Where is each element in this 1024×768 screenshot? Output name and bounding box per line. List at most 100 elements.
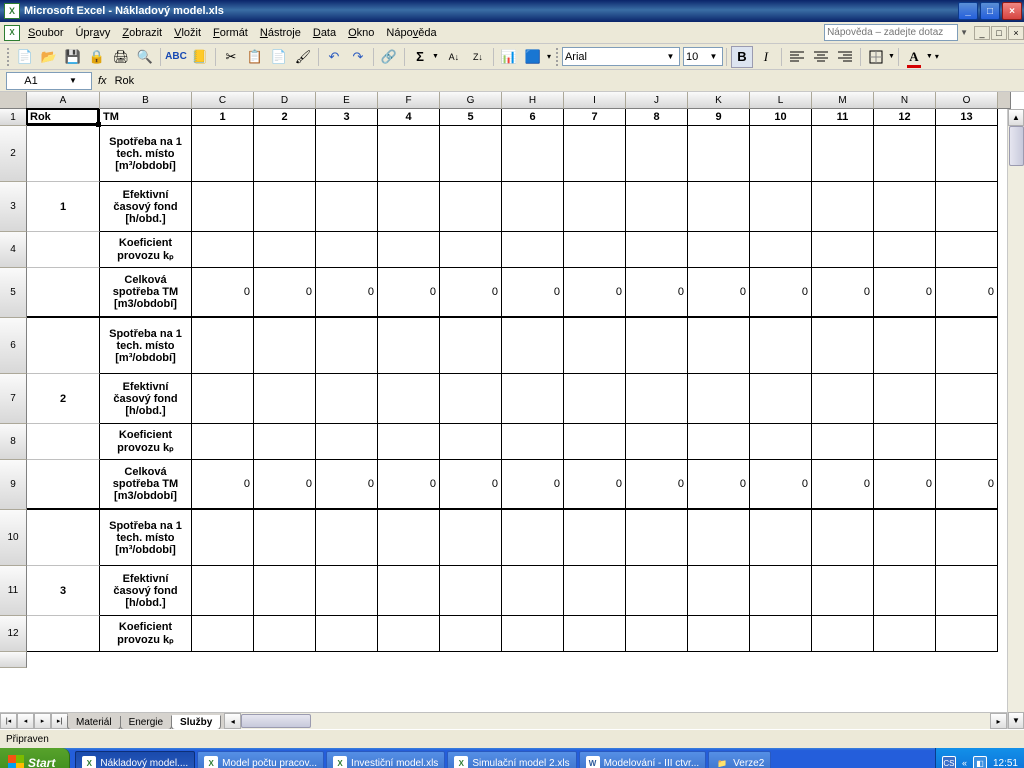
cell[interactable] (27, 460, 100, 510)
cell[interactable]: 0 (812, 268, 874, 318)
cell[interactable] (378, 318, 440, 374)
undo-icon[interactable]: ↶ (323, 46, 345, 68)
cell[interactable] (874, 126, 936, 182)
cell[interactable] (378, 126, 440, 182)
cell[interactable]: Efektivní časový fond [h/obd.] (100, 566, 192, 616)
fill-handle[interactable] (96, 122, 101, 127)
bold-icon[interactable]: B (731, 46, 753, 68)
cell[interactable] (874, 566, 936, 616)
cell[interactable]: 0 (254, 268, 316, 318)
cell[interactable] (502, 126, 564, 182)
cell[interactable] (564, 374, 626, 424)
cell[interactable] (27, 126, 100, 182)
cell[interactable] (440, 566, 502, 616)
cell[interactable] (254, 318, 316, 374)
cell[interactable]: 1 (192, 109, 254, 126)
cell[interactable] (874, 318, 936, 374)
cell[interactable] (626, 424, 688, 460)
col-header-F[interactable]: F (378, 92, 440, 109)
cell[interactable] (378, 374, 440, 424)
cell[interactable]: 10 (750, 109, 812, 126)
cell[interactable] (192, 510, 254, 566)
cell[interactable] (750, 566, 812, 616)
toolbar-grip-2[interactable] (556, 48, 559, 66)
start-button[interactable]: Start (0, 748, 70, 768)
cell[interactable] (502, 374, 564, 424)
formula-bar[interactable] (113, 72, 1024, 90)
cut-icon[interactable]: ✂ (220, 46, 242, 68)
sort-desc-icon[interactable]: Z↓ (467, 46, 489, 68)
cell[interactable] (812, 126, 874, 182)
cell[interactable] (626, 126, 688, 182)
cell[interactable] (750, 616, 812, 652)
cell[interactable]: Spotřeba na 1 tech. místo [m³/období] (100, 318, 192, 374)
cell[interactable]: 0 (564, 268, 626, 318)
cell[interactable] (626, 616, 688, 652)
cell[interactable] (564, 566, 626, 616)
cell[interactable] (440, 318, 502, 374)
cell[interactable] (812, 566, 874, 616)
cell[interactable]: 0 (750, 268, 812, 318)
fx-icon[interactable]: fx (98, 75, 107, 87)
cell[interactable] (27, 510, 100, 566)
new-icon[interactable]: 📄 (14, 46, 36, 68)
menu-zobrazit[interactable]: Zobrazit (116, 25, 168, 41)
cell[interactable] (502, 318, 564, 374)
cell[interactable]: 0 (378, 268, 440, 318)
cell[interactable] (564, 182, 626, 232)
cell[interactable]: 0 (936, 268, 998, 318)
cell[interactable] (688, 566, 750, 616)
cell[interactable] (936, 232, 998, 268)
help-search-input[interactable] (824, 24, 958, 41)
scroll-right-icon[interactable]: ▸ (990, 713, 1007, 729)
cell[interactable]: 3 (27, 566, 100, 616)
cell[interactable] (378, 616, 440, 652)
cell[interactable] (812, 510, 874, 566)
cell[interactable]: 0 (316, 268, 378, 318)
cell[interactable] (192, 374, 254, 424)
cell[interactable] (688, 182, 750, 232)
cell[interactable] (440, 510, 502, 566)
cell[interactable] (750, 510, 812, 566)
toolbar-grip[interactable] (7, 48, 10, 66)
font-color-icon[interactable]: A (903, 46, 925, 68)
align-center-icon[interactable] (810, 46, 832, 68)
cell[interactable] (688, 374, 750, 424)
cell[interactable]: Celková spotřeba TM [m3/období] (100, 268, 192, 318)
cell[interactable] (316, 232, 378, 268)
research-icon[interactable]: 📒 (189, 46, 211, 68)
cell[interactable] (936, 126, 998, 182)
row-header-10[interactable]: 10 (0, 510, 27, 566)
cell[interactable]: 9 (688, 109, 750, 126)
cell[interactable]: Koeficient provozu kₚ (100, 232, 192, 268)
print-preview-icon[interactable]: 🔍 (134, 46, 156, 68)
cell[interactable] (378, 566, 440, 616)
cell[interactable] (564, 424, 626, 460)
align-left-icon[interactable] (786, 46, 808, 68)
name-box[interactable]: A1▼ (6, 72, 92, 90)
cell[interactable]: 2 (27, 374, 100, 424)
cell[interactable]: 3 (316, 109, 378, 126)
cell[interactable] (254, 182, 316, 232)
cell[interactable] (564, 616, 626, 652)
autosum-dropdown-icon[interactable]: ▼ (432, 53, 439, 60)
cell[interactable] (688, 126, 750, 182)
cell[interactable] (378, 510, 440, 566)
cell[interactable]: 0 (440, 460, 502, 510)
permission-icon[interactable]: 🔒 (86, 46, 108, 68)
horizontal-scrollbar[interactable]: ◂ ▸ (221, 713, 1007, 729)
cell[interactable]: 0 (874, 460, 936, 510)
cell[interactable] (874, 424, 936, 460)
cell[interactable]: 0 (750, 460, 812, 510)
row-header-12[interactable]: 12 (0, 616, 27, 652)
italic-icon[interactable]: I (755, 46, 777, 68)
chart-wizard-icon[interactable]: 📊 (498, 46, 520, 68)
cell[interactable] (688, 232, 750, 268)
cell[interactable] (874, 510, 936, 566)
cell[interactable] (626, 510, 688, 566)
col-header-K[interactable]: K (688, 92, 750, 109)
row-header-7[interactable]: 7 (0, 374, 27, 424)
cell[interactable] (874, 182, 936, 232)
cell[interactable] (874, 616, 936, 652)
cell[interactable] (440, 232, 502, 268)
